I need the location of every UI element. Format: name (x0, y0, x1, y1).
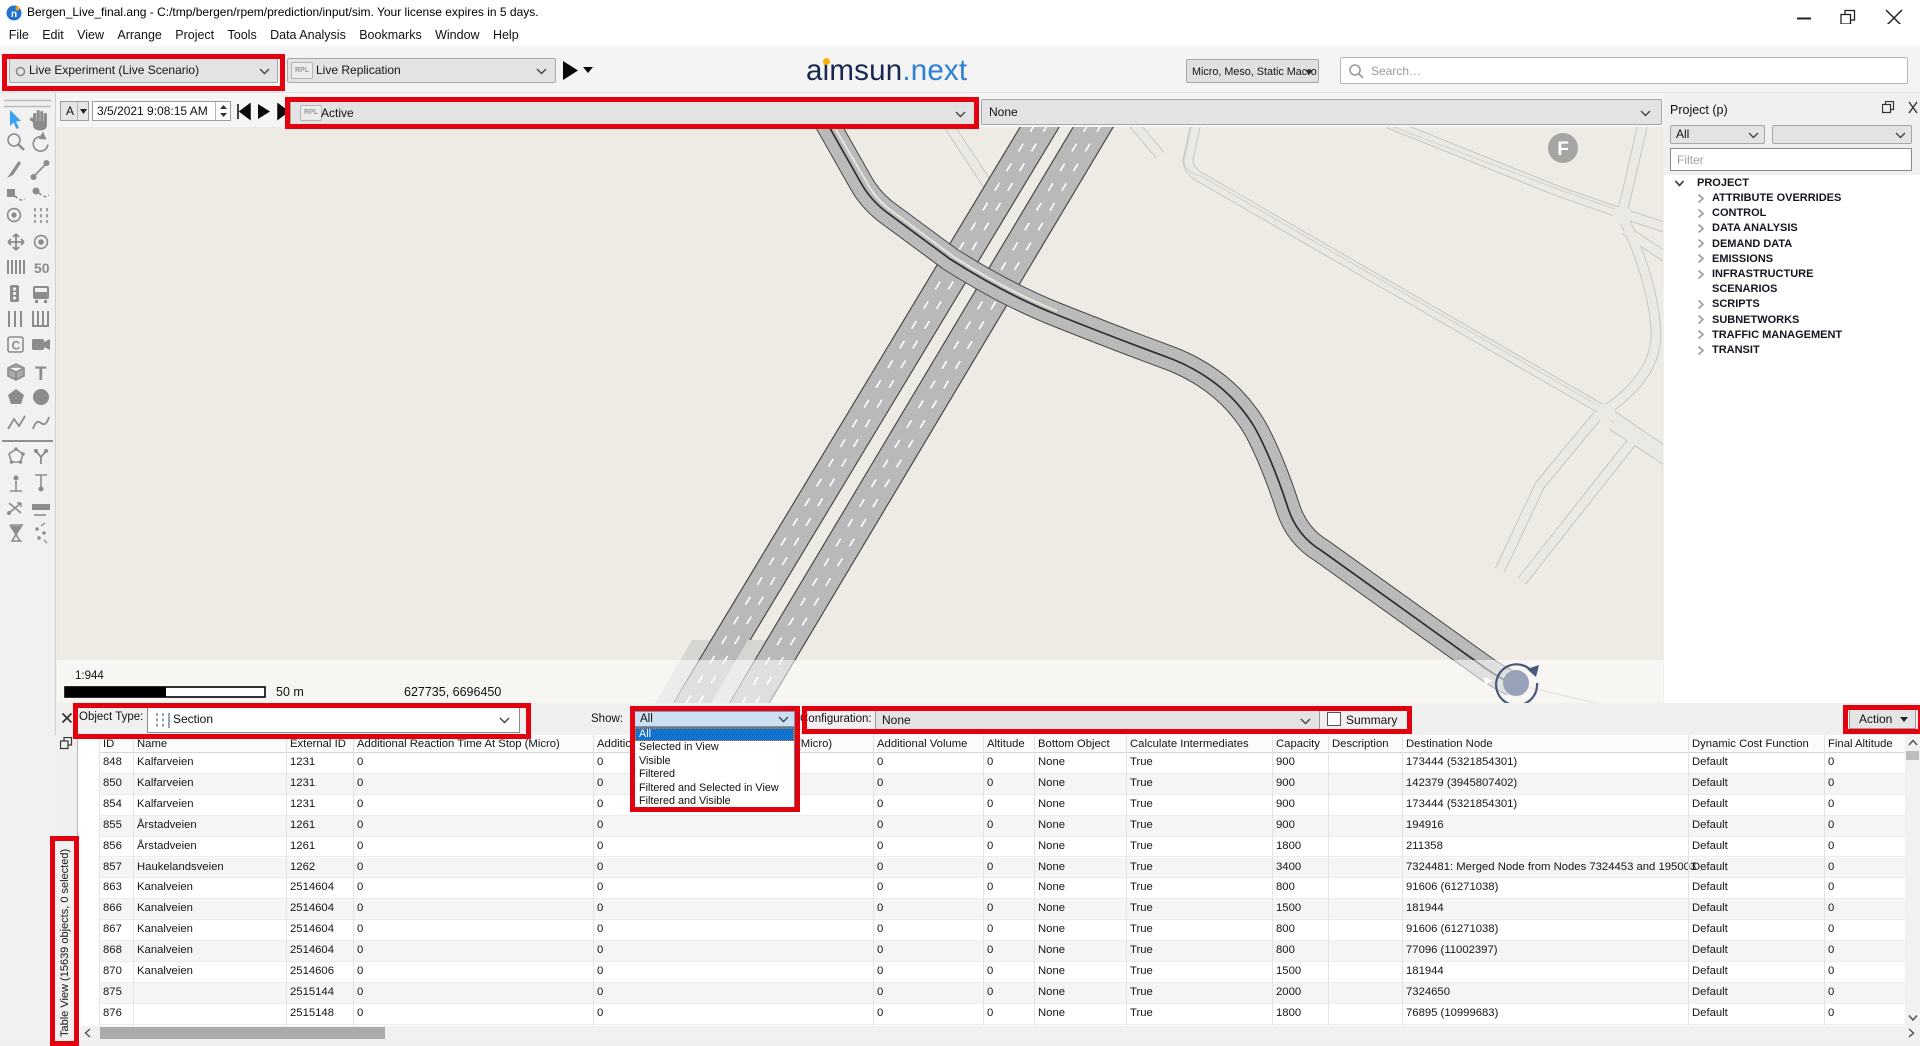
svg-text:C: C (12, 339, 21, 353)
svg-text:T: T (35, 364, 47, 385)
svg-text:50: 50 (34, 260, 50, 276)
svg-text:F: F (1557, 139, 1569, 160)
svg-text:n: n (11, 9, 17, 20)
